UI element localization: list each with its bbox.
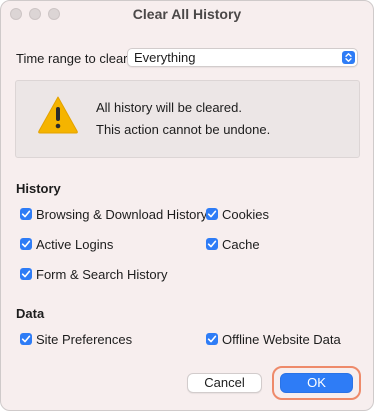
checkbox-label: Offline Website Data: [222, 332, 341, 347]
checkbox-label: Site Preferences: [36, 332, 133, 347]
clear-history-dialog: Clear All History Time range to clear: E…: [0, 0, 374, 411]
chevron-up-down-icon: [342, 51, 355, 64]
history-section-heading: History: [16, 181, 61, 196]
time-range-value: Everything: [134, 50, 196, 65]
title-bar: Clear All History: [1, 1, 373, 29]
data-section-heading: Data: [16, 306, 45, 321]
warning-text-line2: This action cannot be undone.: [96, 122, 271, 137]
cancel-button[interactable]: Cancel: [187, 373, 262, 393]
checkbox-label: Cache: [222, 237, 260, 252]
checkmark-icon: [206, 238, 218, 250]
checkmark-icon: [206, 333, 218, 345]
checkmark-icon: [206, 208, 218, 220]
time-range-select[interactable]: Everything: [127, 48, 358, 67]
checkmark-icon: [20, 208, 32, 220]
time-range-label: Time range to clear:: [16, 51, 132, 66]
checkmark-icon: [20, 333, 32, 345]
checkmark-icon: [20, 238, 32, 250]
checkbox-label: Cookies: [222, 207, 269, 222]
checkbox-label: Browsing & Download History: [36, 207, 208, 222]
warning-panel: All history will be cleared. This action…: [15, 80, 360, 158]
ok-button[interactable]: OK: [280, 373, 353, 393]
warning-text-line1: All history will be cleared.: [96, 100, 242, 115]
dialog-title: Clear All History: [132, 6, 242, 22]
warning-triangle-icon: [36, 94, 80, 136]
checkmark-icon: [20, 268, 32, 280]
checkbox-label: Form & Search History: [36, 267, 168, 282]
checkbox-label: Active Logins: [36, 237, 114, 252]
